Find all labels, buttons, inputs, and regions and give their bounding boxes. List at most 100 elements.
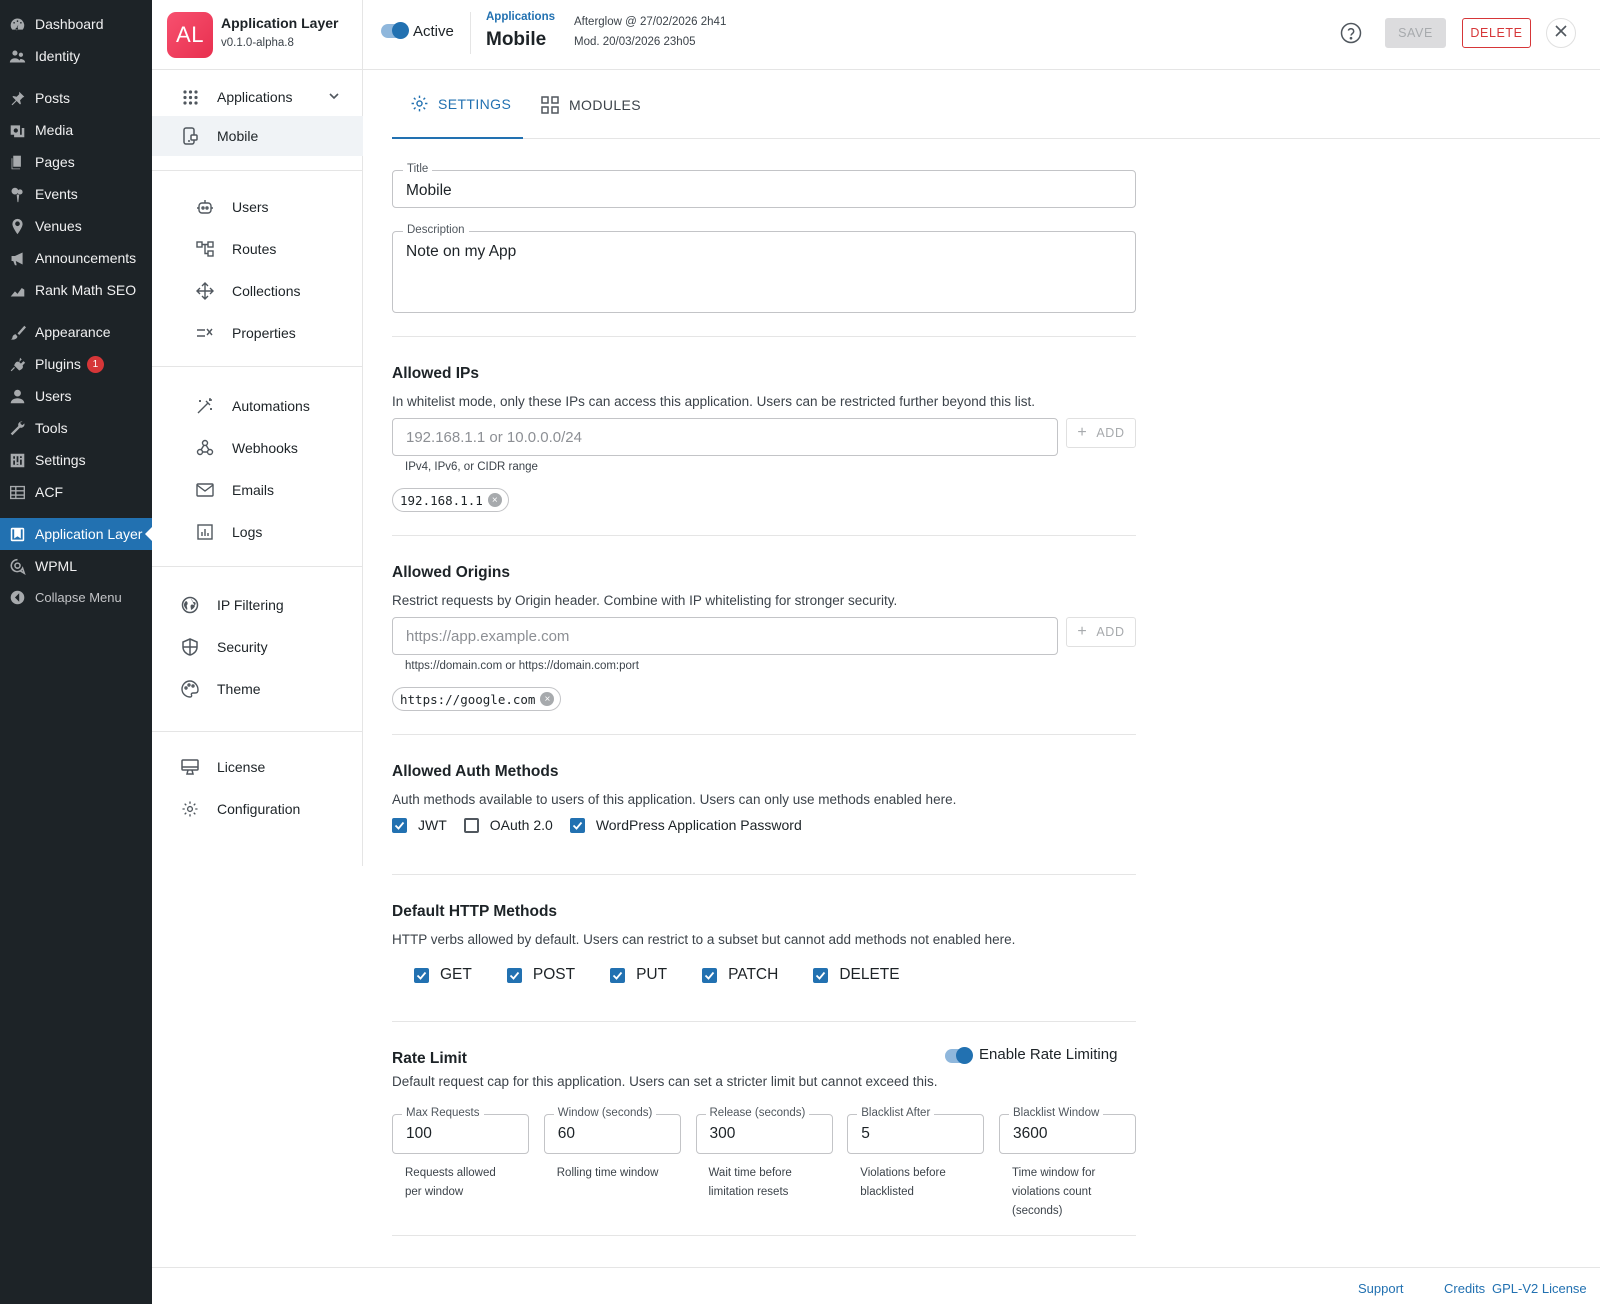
remove-chip-icon[interactable]: × (487, 493, 502, 507)
nav-item-emails[interactable]: Emails (152, 470, 363, 510)
rate-limit-title: Rate Limit (392, 1050, 467, 1067)
nav-item-ip-filtering[interactable]: IP Filtering (152, 585, 363, 625)
credits-link[interactable]: Credits (1444, 1281, 1485, 1296)
nav-item-logs[interactable]: Logs (152, 512, 363, 552)
wp-menu-label: Dashboard (35, 16, 104, 32)
checkbox-label: WordPress Application Password (595, 817, 802, 833)
wpml-icon (9, 558, 26, 575)
users-icon (9, 48, 26, 65)
wp-menu-item[interactable]: Announcements (0, 242, 152, 274)
wp-menu-item[interactable]: Tools (0, 412, 152, 444)
add-origin-button[interactable]: + ADD (1066, 617, 1136, 647)
checkbox-checked-icon (569, 817, 585, 833)
close-button[interactable] (1546, 18, 1576, 48)
wp-menu-item[interactable]: ACF (0, 476, 152, 508)
nav-item-label: Routes (232, 241, 277, 257)
wp-menu-label: Media (35, 122, 74, 138)
checkbox-delete[interactable]: DELETE (813, 966, 900, 984)
nav-item-collections[interactable]: Collections (152, 271, 363, 311)
http-methods-options: GET POST PUT PATCH DELETE (414, 966, 935, 984)
checkbox-label: POST (532, 966, 576, 983)
checkbox-jwt[interactable]: JWT (392, 817, 447, 833)
move-arrows-icon (195, 281, 215, 301)
app-name: Application Layer (221, 15, 339, 31)
nav-item-applications[interactable]: Applications (152, 77, 363, 117)
nav-item-properties[interactable]: Properties (152, 313, 363, 353)
wp-menu-item[interactable]: Users (0, 380, 152, 412)
checkbox-checked-icon (702, 967, 718, 983)
breadcrumb[interactable]: Applications (486, 11, 555, 23)
wp-menu-item[interactable]: Venues (0, 210, 152, 242)
wp-menu-label: Identity (35, 48, 81, 64)
app-layer-icon (9, 526, 26, 543)
support-link[interactable]: Support (1358, 1281, 1404, 1296)
ip-input[interactable] (392, 418, 1058, 456)
rate-limit-description: Default request cap for this application… (392, 1074, 938, 1089)
events-icon (9, 186, 26, 203)
nav-item-configuration[interactable]: Configuration (152, 789, 363, 829)
help-icon[interactable] (1340, 22, 1362, 44)
wp-menu-item[interactable]: Application Layer (0, 518, 153, 550)
wp-menu-label: Posts (35, 90, 71, 106)
checkbox-oauth-2-0[interactable]: OAuth 2.0 (463, 817, 553, 833)
rate-field-blacklist-after[interactable]: Blacklist After 5 (847, 1107, 985, 1154)
checkbox-put[interactable]: PUT (610, 966, 667, 984)
checkbox-checked-icon (414, 967, 429, 983)
checkbox-wordpress-application-password[interactable]: WordPress Application Password (569, 817, 802, 833)
wp-menu-item[interactable]: Dashboard (0, 8, 152, 40)
add-ip-button[interactable]: + ADD (1066, 418, 1136, 448)
nav-item-routes[interactable]: Routes (152, 229, 363, 269)
title-field[interactable]: Title Mobile (392, 163, 1136, 208)
wp-menu-label: Settings (35, 452, 86, 468)
wp-menu-item[interactable]: Plugins 1 (0, 348, 152, 380)
nav-divider (152, 566, 363, 567)
checkbox-post[interactable]: POST (506, 966, 576, 984)
tab-modules[interactable]: MODULES (540, 70, 641, 139)
field-help-text: Time window for violations count (second… (1012, 1167, 1096, 1217)
checkbox-get[interactable]: GET (414, 966, 472, 984)
gear-icon (409, 94, 429, 114)
section-divider (392, 1235, 1136, 1236)
allowed-origins-description: Restrict requests by Origin header. Comb… (392, 593, 898, 608)
description-field[interactable]: Description Note on my App (392, 224, 1136, 313)
origin-input[interactable] (392, 617, 1058, 655)
nav-item-webhooks[interactable]: Webhooks (152, 428, 363, 468)
nav-item-mobile[interactable]: Mobile (152, 116, 363, 156)
active-label: Active (413, 23, 454, 40)
license-link[interactable]: GPL-V2 License (1492, 1281, 1587, 1296)
nav-item-automations[interactable]: Automations (152, 386, 363, 426)
properties-icon (195, 323, 215, 343)
wp-menu-item[interactable]: Appearance (0, 316, 152, 348)
footer: Support Credits GPL-V2 License (152, 1267, 1600, 1304)
checkbox-patch[interactable]: PATCH (702, 966, 778, 984)
remove-chip-icon[interactable]: × (540, 692, 555, 706)
tab-settings[interactable]: SETTINGS (392, 70, 523, 139)
wp-menu-item[interactable]: Collapse Menu (0, 581, 152, 613)
nav-item-label: License (217, 759, 266, 775)
nav-item-theme[interactable]: Theme (152, 669, 363, 709)
wp-menu-item[interactable]: Pages (0, 146, 152, 178)
nav-item-license[interactable]: License (152, 747, 363, 787)
nav-item-users[interactable]: Users (152, 187, 363, 227)
wp-menu-item[interactable]: Events (0, 178, 152, 210)
brush-icon (9, 324, 26, 341)
rate-field-max-requests[interactable]: Max Requests 100 (392, 1107, 529, 1154)
wp-menu-item[interactable]: Rank Math SEO (0, 274, 152, 306)
mobile-app-icon (180, 126, 200, 146)
field-legend: Blacklist Window (1009, 1107, 1104, 1119)
app-version: v0.1.0-alpha.8 (221, 37, 294, 49)
rate-field-window-seconds[interactable]: Window (seconds) 60 (543, 1107, 681, 1154)
delete-button[interactable]: DELETE (1462, 18, 1531, 48)
chevron-down-icon[interactable] (327, 89, 341, 106)
field-value: 60 (557, 1125, 575, 1142)
wp-menu-item[interactable]: Posts (0, 82, 152, 114)
rate-field-blacklist-window[interactable]: Blacklist Window 3600 (999, 1107, 1136, 1154)
rate-field-release-seconds[interactable]: Release (seconds) 300 (695, 1107, 833, 1154)
save-button[interactable]: SAVE (1385, 18, 1446, 48)
wp-menu-item[interactable]: Media (0, 114, 152, 146)
nav-item-security[interactable]: Security (152, 627, 363, 667)
wp-menu-item[interactable]: Settings (0, 444, 152, 476)
wp-menu-item[interactable]: Identity (0, 40, 152, 72)
wp-menu-item[interactable]: WPML (0, 550, 152, 582)
active-toggle[interactable] (381, 22, 409, 39)
